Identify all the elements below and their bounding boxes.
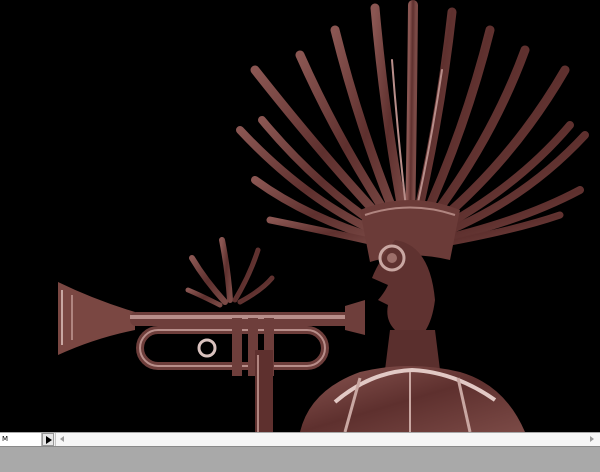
window-bottom-strip <box>0 446 600 472</box>
trumpet-crest <box>185 237 275 308</box>
play-triangle-icon <box>46 436 52 444</box>
jazz-figure-scene <box>58 0 589 432</box>
play-button[interactable] <box>42 433 54 446</box>
player-controls-bar: M <box>0 432 600 446</box>
scroll-left-arrow-icon[interactable] <box>60 436 64 442</box>
video-viewport <box>0 0 600 432</box>
frame-field[interactable]: M <box>0 433 42 446</box>
scroll-right-arrow-icon[interactable] <box>590 436 594 442</box>
timeline-scrollbar[interactable] <box>55 433 600 446</box>
figure-torso <box>300 330 525 432</box>
